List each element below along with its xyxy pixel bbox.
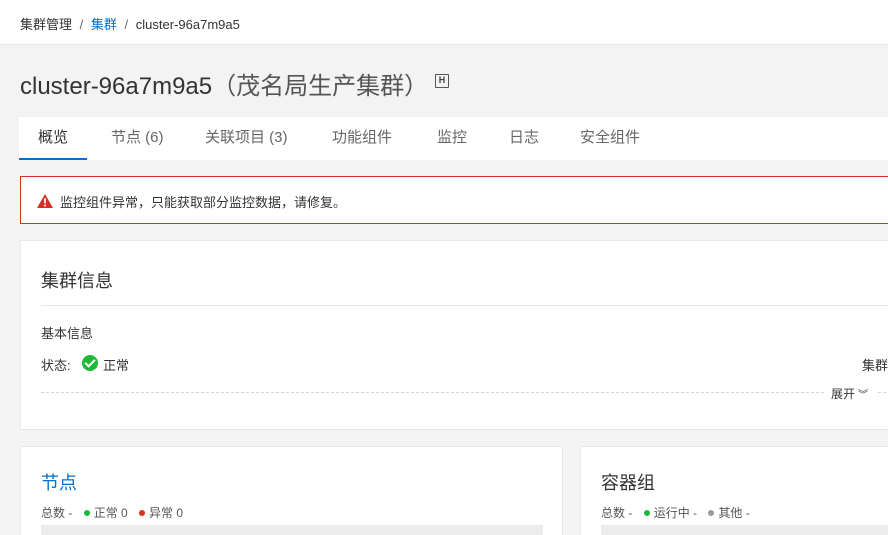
status-value: 正常 xyxy=(103,358,130,373)
nodes-total: 总数 - xyxy=(41,506,73,520)
running-status-dot xyxy=(643,510,650,517)
pods-running: 运行中 - xyxy=(653,506,698,520)
divider xyxy=(41,305,888,306)
tab-overview[interactable]: 概览 xyxy=(18,117,88,160)
nodes-normal: 正常 0 xyxy=(93,506,128,520)
expand-divider xyxy=(878,392,888,393)
tab-related-projects[interactable]: 关联项目 (3) xyxy=(205,117,288,160)
pods-total: 总数 - xyxy=(601,506,633,520)
tab-bar: 概览 节点 (6) 关联项目 (3) 功能组件 监控 日志 安全组件 xyxy=(18,117,888,160)
breadcrumb-clusters-link[interactable]: 集群 xyxy=(91,17,117,32)
title-paren-open: （ xyxy=(212,73,237,100)
cluster-info-title: 集群信息 xyxy=(41,271,113,291)
other-status-dot xyxy=(708,510,715,517)
expand-divider xyxy=(41,392,824,393)
top-bar: 集群管理 / 集群 / cluster-96a7m9a5 xyxy=(0,0,888,45)
basic-info-heading: 基本信息 xyxy=(41,326,94,341)
pods-status-bar xyxy=(601,525,888,535)
tab-components[interactable]: 功能组件 xyxy=(332,117,392,160)
expand-button[interactable]: 展开 ︾ xyxy=(831,385,868,402)
cluster-id: cluster-96a7m9a5 xyxy=(20,73,213,100)
warning-icon xyxy=(37,194,53,208)
normal-status-dot xyxy=(83,510,90,517)
alert-message: 监控组件异常，只能获取部分监控数据，请修复。 xyxy=(60,195,347,210)
abnormal-status-dot xyxy=(139,510,146,517)
tab-security[interactable]: 安全组件 xyxy=(580,117,640,160)
tab-logs[interactable]: 日志 xyxy=(509,117,539,160)
monitoring-alert-banner: 监控组件异常，只能获取部分监控数据，请修复。 xyxy=(20,176,888,224)
breadcrumb-current-cluster: cluster-96a7m9a5 xyxy=(135,17,240,32)
cluster-name: 茂名局生产集群 xyxy=(236,73,405,100)
cluster-info-card: 集群信息 基本信息 状态: 正常 集群 展开 ︾ xyxy=(20,240,888,430)
tab-nodes[interactable]: 节点 (6) xyxy=(111,117,164,160)
pods-other: 其他 - xyxy=(718,506,750,520)
cluster-field-label: 集群 xyxy=(862,358,888,373)
status-label: 状态: xyxy=(41,358,71,373)
breadcrumb-separator: / xyxy=(79,17,84,32)
breadcrumb-cluster-management[interactable]: 集群管理 xyxy=(20,17,72,32)
tab-monitoring[interactable]: 监控 xyxy=(437,117,467,160)
cluster-type-badge-icon: H xyxy=(435,74,449,88)
title-paren-close: ） xyxy=(404,73,429,100)
breadcrumb-separator: / xyxy=(124,17,129,32)
page-title: cluster-96a7m9a5（茂名局生产集群） xyxy=(20,66,428,101)
double-chevron-down-icon: ︾ xyxy=(858,390,869,401)
pods-stats: 总数 - 运行中 - 其他 - xyxy=(601,504,750,521)
pods-card-title: 容器组 xyxy=(601,473,655,493)
expand-label: 展开 xyxy=(831,387,856,401)
nodes-status-bar xyxy=(41,525,543,535)
breadcrumb: 集群管理 / 集群 / cluster-96a7m9a5 xyxy=(20,14,240,33)
nodes-card-title-link[interactable]: 节点 xyxy=(41,469,77,495)
check-circle-icon xyxy=(82,355,98,371)
pods-card: 容器组 总数 - 运行中 - 其他 - xyxy=(580,446,888,535)
nodes-card: 节点 总数 - 正常 0 异常 0 xyxy=(20,446,563,535)
nodes-abnormal: 异常 0 xyxy=(149,506,184,520)
nodes-stats: 总数 - 正常 0 异常 0 xyxy=(41,504,183,521)
